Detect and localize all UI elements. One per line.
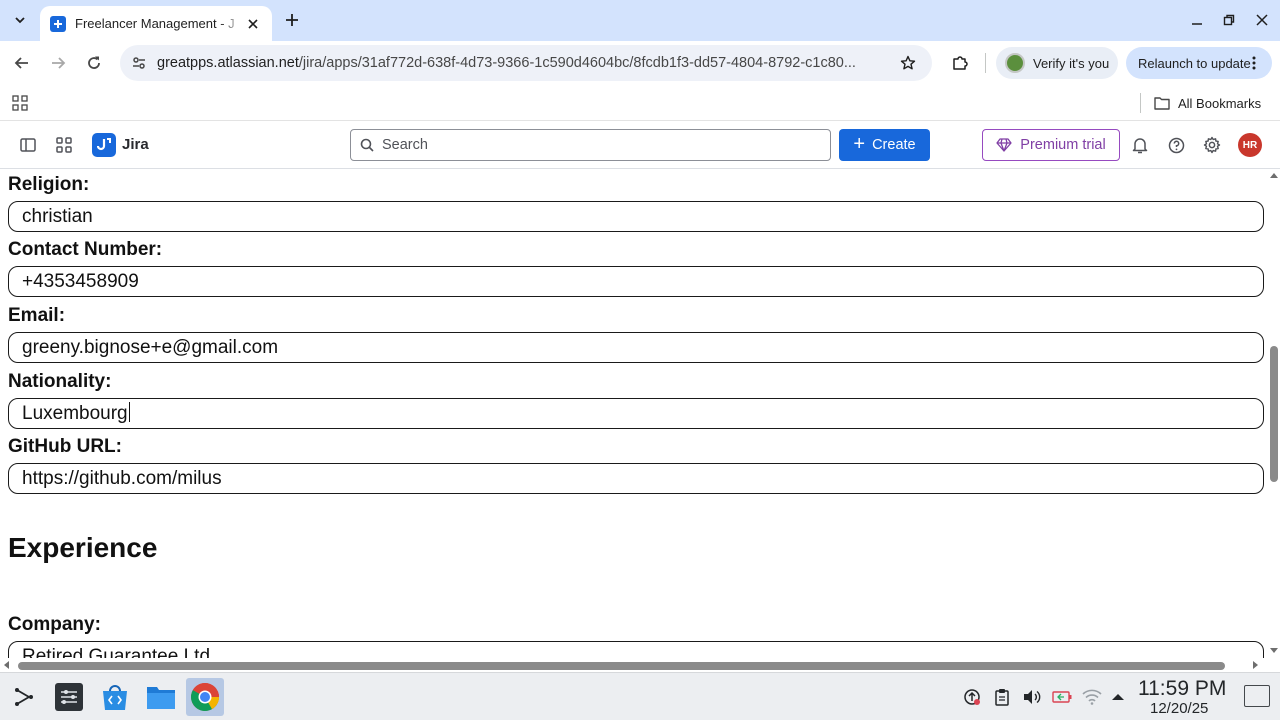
scroll-up-arrow-icon[interactable] — [1270, 173, 1278, 178]
volume-speaker-icon[interactable] — [1022, 687, 1042, 707]
chrome-menu-kebab-icon[interactable] — [1246, 55, 1262, 71]
search-icon — [360, 138, 374, 152]
system-settings-app-icon[interactable] — [50, 678, 88, 716]
relaunch-update-button[interactable]: Relaunch to update — [1126, 47, 1272, 79]
create-button[interactable]: + Create — [839, 129, 930, 161]
url-text: greatpps.atlassian.net/jira/apps/31af772… — [157, 55, 885, 71]
contact-number-input[interactable]: +4353458909 — [8, 266, 1264, 297]
app-content-area: Religion: christian Contact Number: +435… — [0, 170, 1268, 658]
chrome-browser-app-icon[interactable] — [186, 678, 224, 716]
battery-icon[interactable] — [1052, 687, 1072, 707]
site-info-tune-icon[interactable] — [130, 54, 148, 72]
religion-input[interactable]: christian — [8, 201, 1264, 232]
bookmarks-bar: All Bookmarks — [0, 85, 1280, 121]
email-label: Email: — [8, 305, 66, 326]
jira-logo-icon[interactable] — [92, 133, 116, 157]
verify-label: Verify it's you — [1033, 55, 1110, 71]
premium-trial-button[interactable]: Premium trial — [982, 129, 1120, 161]
create-label: Create — [872, 137, 916, 153]
github-url-label: GitHub URL: — [8, 436, 122, 457]
diamond-icon — [996, 138, 1012, 152]
browser-toolbar: greatpps.atlassian.net/jira/apps/31af772… — [0, 41, 1280, 85]
scroll-left-arrow-icon[interactable] — [4, 661, 9, 669]
url-host: greatpps.atlassian.net — [157, 55, 299, 71]
text-caret — [128, 402, 130, 422]
forward-arrow-icon[interactable] — [46, 51, 70, 75]
religion-label: Religion: — [8, 174, 90, 195]
tab-search-chevron-icon[interactable] — [8, 8, 32, 32]
browser-tab-strip: Freelancer Management - J — [0, 0, 1280, 41]
vertical-scroll-thumb[interactable] — [1270, 346, 1278, 482]
contact-number-label: Contact Number: — [8, 239, 163, 260]
jira-product-name[interactable]: Jira — [122, 136, 149, 153]
address-bar[interactable]: greatpps.atlassian.net/jira/apps/31af772… — [120, 45, 932, 81]
update-notifier-icon[interactable] — [962, 687, 982, 707]
plus-icon: + — [853, 133, 866, 155]
minimize-window-icon[interactable] — [1187, 10, 1207, 30]
extensions-puzzle-icon[interactable] — [948, 51, 972, 75]
app-launcher-icon[interactable] — [4, 678, 42, 716]
nationality-input[interactable]: Luxembourg — [8, 398, 1264, 429]
nationality-label: Nationality: — [8, 371, 112, 392]
bookmark-star-icon[interactable] — [898, 53, 918, 73]
os-taskbar — [0, 672, 1280, 720]
close-window-icon[interactable] — [1252, 10, 1272, 30]
github-url-input[interactable]: https://github.com/milus — [8, 463, 1264, 494]
notifications-bell-icon[interactable] — [1130, 135, 1150, 155]
scroll-right-arrow-icon[interactable] — [1253, 661, 1258, 669]
help-question-icon[interactable] — [1166, 135, 1186, 155]
nationality-value: Luxembourg — [22, 403, 128, 424]
jira-favicon-icon — [50, 15, 66, 32]
new-tab-plus-icon[interactable] — [280, 8, 304, 32]
all-bookmarks-button[interactable]: All Bookmarks — [1154, 92, 1261, 114]
jira-search-input[interactable]: Search — [350, 129, 831, 161]
restore-window-icon[interactable] — [1219, 10, 1239, 30]
vertical-scrollbar[interactable] — [1268, 170, 1280, 658]
file-manager-app-icon[interactable] — [142, 678, 180, 716]
premium-label: Premium trial — [1020, 137, 1106, 153]
apps-grid-icon[interactable] — [10, 93, 30, 113]
show-hidden-tray-chevron-icon[interactable] — [1108, 687, 1128, 707]
verify-identity-chip[interactable]: Verify it's you — [996, 47, 1118, 79]
toolbar-divider — [985, 53, 986, 73]
tab-close-icon[interactable] — [244, 15, 262, 33]
software-store-app-icon[interactable] — [96, 678, 134, 716]
clipboard-icon[interactable] — [992, 687, 1012, 707]
jira-top-nav: Jira Search + Create Premium trial HR — [0, 121, 1280, 169]
url-path: /jira/apps/31af772d-638f-4d73-9366-1c590… — [298, 55, 856, 71]
horizontal-scrollbar[interactable] — [0, 658, 1268, 672]
company-input[interactable]: Retired Guarantee Ltd — [8, 641, 1264, 658]
scroll-down-arrow-icon[interactable] — [1270, 648, 1278, 653]
app-switcher-icon[interactable] — [54, 135, 74, 155]
relaunch-label: Relaunch to update — [1138, 55, 1251, 71]
wifi-network-icon[interactable] — [1082, 687, 1102, 707]
sidebar-toggle-icon[interactable] — [18, 135, 38, 155]
horizontal-scroll-thumb[interactable] — [18, 662, 1225, 670]
reload-icon[interactable] — [82, 51, 106, 75]
search-placeholder: Search — [382, 137, 428, 153]
tab-title: Freelancer Management - J — [75, 16, 235, 31]
company-label: Company: — [8, 614, 101, 635]
browser-tab-active[interactable]: Freelancer Management - J — [40, 6, 272, 41]
clock-date[interactable]: 12/20/25 — [1150, 700, 1208, 717]
show-desktop-button[interactable] — [1244, 685, 1270, 707]
email-input[interactable]: greeny.bignose+e@gmail.com — [8, 332, 1264, 363]
settings-gear-icon[interactable] — [1202, 135, 1222, 155]
folder-icon — [1154, 97, 1170, 110]
user-avatar[interactable]: HR — [1238, 133, 1262, 157]
experience-heading: Experience — [8, 532, 158, 563]
bookmarks-divider — [1140, 93, 1141, 113]
back-arrow-icon[interactable] — [10, 51, 34, 75]
profile-avatar-icon — [1005, 53, 1025, 73]
all-bookmarks-label: All Bookmarks — [1178, 95, 1262, 111]
clock-time[interactable]: 11:59 PM — [1138, 677, 1226, 701]
